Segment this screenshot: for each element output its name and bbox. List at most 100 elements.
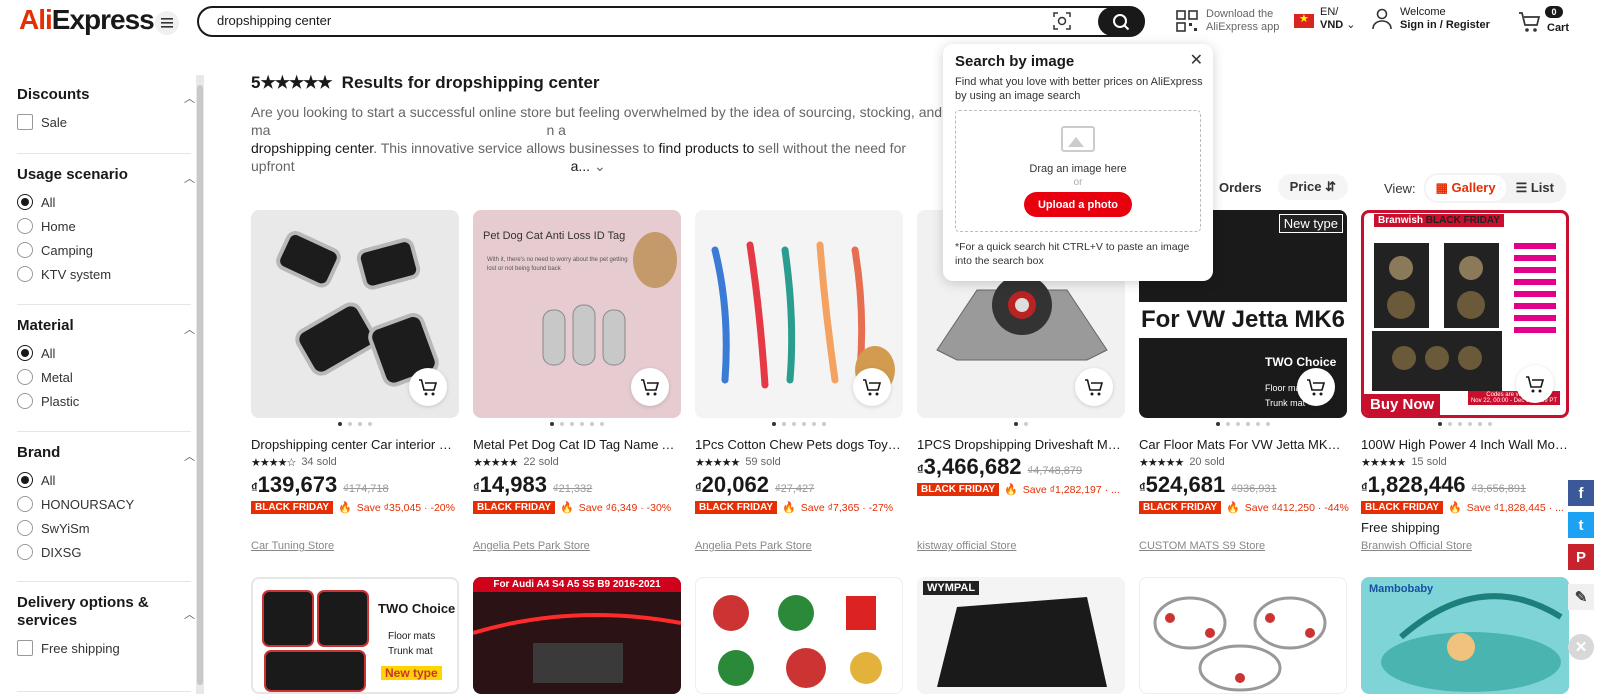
radio[interactable] xyxy=(17,266,33,282)
radio[interactable] xyxy=(17,393,33,409)
radio[interactable] xyxy=(17,218,33,234)
search-input[interactable] xyxy=(217,13,1037,28)
search-button[interactable] xyxy=(1098,7,1144,36)
filter-delivery-title[interactable]: Delivery options & services xyxy=(17,594,167,630)
filter-option-home[interactable]: Home xyxy=(17,214,195,238)
account-link[interactable]: Welcome Sign in / Register xyxy=(1372,6,1490,32)
product-card[interactable]: TWO Choice Floor mats Trunk mat New type xyxy=(251,577,459,694)
filter-option-swyism[interactable]: SwYiSm xyxy=(17,516,195,540)
product-card[interactable]: Mambobaby xyxy=(1361,577,1569,694)
radio-selected[interactable] xyxy=(17,194,33,210)
filter-option-all[interactable]: All xyxy=(17,341,195,365)
filter-option-metal[interactable]: Metal xyxy=(17,365,195,389)
filter-option-dixsg[interactable]: DIXSG xyxy=(17,540,195,564)
radio[interactable] xyxy=(17,369,33,385)
radio[interactable] xyxy=(17,520,33,536)
add-to-cart-button[interactable] xyxy=(409,368,447,406)
desc-keyword[interactable]: dropshipping center xyxy=(251,140,373,156)
product-image[interactable]: Pet Dog Cat Anti Loss ID Tag With it, th… xyxy=(473,210,681,418)
twitter-icon[interactable]: t xyxy=(1568,512,1594,538)
price-value: 3,466,682 xyxy=(923,454,1022,479)
edit-icon[interactable]: ✎ xyxy=(1568,584,1594,610)
product-card[interactable]: 1Pcs Cotton Chew Pets dogs Toys P... ★★★… xyxy=(695,210,903,514)
filter-option-camping[interactable]: Camping xyxy=(17,238,195,262)
product-card[interactable]: WYMPAL xyxy=(917,577,1125,694)
filter-material-title[interactable]: Material xyxy=(17,317,195,335)
promo-row: BLACK FRIDAY 🔥 Save ₫6,349 · -30% xyxy=(473,501,681,514)
facebook-icon[interactable]: f xyxy=(1568,480,1594,506)
radio[interactable] xyxy=(17,242,33,258)
add-to-cart-button[interactable] xyxy=(631,368,669,406)
chevron-down-icon[interactable]: ⌄ xyxy=(594,158,606,174)
chevron-up-icon[interactable]: ︿ xyxy=(184,448,195,464)
add-to-cart-button[interactable] xyxy=(1516,365,1554,403)
product-title[interactable]: Metal Pet Dog Cat ID Tag Name Ad... xyxy=(473,437,681,452)
cart-button[interactable]: 0 Cart xyxy=(1518,6,1578,38)
chevron-up-icon[interactable]: ︿ xyxy=(184,321,195,337)
product-card[interactable]: For Audi A4 S4 A5 S5 B9 2016-2021 xyxy=(473,577,681,694)
upload-photo-button[interactable]: Upload a photo xyxy=(1024,192,1132,217)
filter-brand-title[interactable]: Brand xyxy=(17,444,195,462)
store-link[interactable]: Angelia Pets Park Store xyxy=(473,540,590,552)
desc-more-link[interactable]: a... xyxy=(571,158,590,174)
radio[interactable] xyxy=(17,544,33,560)
filter-usage-title[interactable]: Usage scenario xyxy=(17,166,195,184)
filter-option-honoursacy[interactable]: HONOURSACY xyxy=(17,492,195,516)
store-link[interactable]: Car Tuning Store xyxy=(251,540,334,552)
view-list-button[interactable]: ☰ List xyxy=(1506,175,1564,201)
product-card[interactable] xyxy=(1139,577,1347,694)
radio[interactable] xyxy=(17,496,33,512)
pinterest-icon[interactable]: P xyxy=(1568,544,1594,570)
product-image[interactable] xyxy=(251,210,459,418)
chevron-up-icon[interactable]: ︿ xyxy=(184,90,195,106)
product-image[interactable] xyxy=(695,210,903,418)
scrollbar-thumb[interactable] xyxy=(197,85,203,685)
store-link[interactable]: CUSTOM MATS S9 Store xyxy=(1139,540,1265,552)
product-title[interactable]: 1Pcs Cotton Chew Pets dogs Toys P... xyxy=(695,437,903,452)
add-to-cart-button[interactable] xyxy=(1297,368,1335,406)
filter-option-all[interactable]: All xyxy=(17,190,195,214)
checkbox[interactable] xyxy=(17,114,33,130)
product-card[interactable]: Pet Dog Cat Anti Loss ID Tag With it, th… xyxy=(473,210,681,514)
product-card[interactable]: Dropshipping center Car interior ac... ★… xyxy=(251,210,459,514)
desc-link[interactable]: find products to xyxy=(659,140,755,156)
filter-option-free-shipping[interactable]: Free shipping xyxy=(17,636,195,660)
filter-option-ktv[interactable]: KTV system xyxy=(17,262,195,286)
radio-selected[interactable] xyxy=(17,472,33,488)
checkbox[interactable] xyxy=(17,640,33,656)
filter-option-all[interactable]: All xyxy=(17,468,195,492)
sign-in-register-link[interactable]: Sign in / Register xyxy=(1400,19,1490,32)
product-title[interactable]: 1PCS Dropshipping Driveshaft Mou... xyxy=(917,437,1125,452)
image-search-button[interactable] xyxy=(1051,12,1073,32)
close-circle-icon[interactable]: ✕ xyxy=(1568,634,1594,660)
chevron-up-icon[interactable]: ︿ xyxy=(184,606,195,622)
divider xyxy=(17,581,191,582)
product-title[interactable]: 100W High Power 4 Inch Wall Moun... xyxy=(1361,437,1569,452)
store-link[interactable]: kistway official Store xyxy=(917,540,1016,552)
filter-discounts-title[interactable]: Discounts xyxy=(17,86,195,104)
download-app-link[interactable]: Download the AliExpress app xyxy=(1176,8,1279,34)
app-line1: Download the xyxy=(1206,8,1274,20)
product-card[interactable] xyxy=(695,577,903,694)
language-currency-selector[interactable]: EN/VND ⌄ xyxy=(1294,6,1356,32)
product-card[interactable]: Branwish BLACK FRIDAY Buy Now Codes are … xyxy=(1361,210,1569,535)
filter-option-plastic[interactable]: Plastic xyxy=(17,389,195,413)
filter-option-sale[interactable]: Sale xyxy=(17,110,195,134)
image-drop-zone[interactable]: Drag an image here or Upload a photo xyxy=(955,110,1201,232)
product-title[interactable]: Car Floor Mats For VW Jetta MK6 20... xyxy=(1139,437,1347,452)
product-image[interactable]: Branwish BLACK FRIDAY Buy Now Codes are … xyxy=(1361,210,1569,418)
aliexpress-logo[interactable]: AliExpress xyxy=(19,4,155,36)
sort-orders[interactable]: Orders xyxy=(1219,180,1262,195)
sidebar-scrollbar[interactable] xyxy=(196,75,204,694)
store-link[interactable]: Angelia Pets Park Store xyxy=(695,540,812,552)
add-to-cart-button[interactable] xyxy=(853,368,891,406)
categories-menu-button[interactable] xyxy=(155,11,179,35)
view-gallery-button[interactable]: ▦ Gallery xyxy=(1425,175,1506,201)
store-link[interactable]: Branwish Official Store xyxy=(1361,540,1472,552)
product-title[interactable]: Dropshipping center Car interior ac... xyxy=(251,437,459,452)
radio-selected[interactable] xyxy=(17,345,33,361)
sort-price[interactable]: Price ⇵ xyxy=(1277,174,1348,200)
add-to-cart-button[interactable] xyxy=(1075,368,1113,406)
close-icon[interactable]: ✕ xyxy=(1190,50,1203,70)
chevron-up-icon[interactable]: ︿ xyxy=(184,170,195,186)
